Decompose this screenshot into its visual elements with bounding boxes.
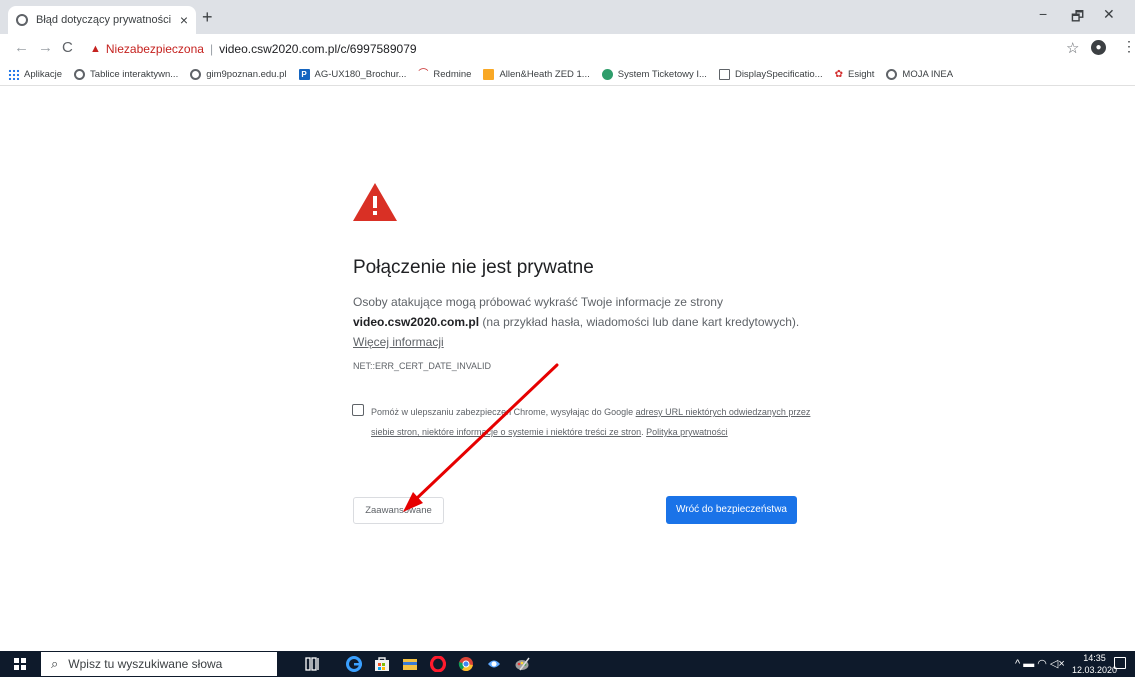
clock[interactable]: 14:35 12.03.2020 <box>1072 652 1117 676</box>
back-to-safety-button[interactable]: Wróć do bezpieczeństwa <box>666 496 797 524</box>
green-icon <box>601 69 613 80</box>
search-icon: ⌕ <box>51 656 59 671</box>
bookmark-label: Tablice interaktywn... <box>90 69 179 80</box>
chrome-icon[interactable] <box>458 656 474 672</box>
file-explorer-icon[interactable] <box>402 656 418 672</box>
paint-icon[interactable] <box>514 656 530 672</box>
active-tab[interactable]: Błąd dotyczący prywatności × <box>8 6 196 34</box>
notification-center-icon[interactable] <box>1114 657 1126 669</box>
profile-avatar-icon[interactable]: ● <box>1091 40 1106 55</box>
windows-taskbar: ⌕ Wpisz tu wyszukiwane słowa ^ ▬ ◠ ◁× 14… <box>0 651 1135 677</box>
globe-icon <box>74 69 86 80</box>
bookmark-ag-ux180[interactable]: P AG-UX180_Brochur... <box>298 69 407 80</box>
edge-browser-icon[interactable] <box>346 656 362 672</box>
task-view-icon[interactable] <box>305 656 321 672</box>
orange-icon <box>483 69 495 80</box>
globe-icon <box>886 69 898 80</box>
app-icon[interactable] <box>486 656 502 672</box>
reload-icon[interactable]: C <box>62 40 73 56</box>
minimize-button[interactable]: − <box>1039 6 1047 22</box>
more-info-link[interactable]: Więcej informacji <box>353 335 444 349</box>
privacy-policy-link[interactable]: Polityka prywatności <box>646 427 728 437</box>
bookmark-label: MOJA INEA <box>902 69 954 80</box>
tab-close-icon[interactable]: × <box>180 12 188 28</box>
p-icon: P <box>298 69 310 80</box>
error-code: NET::ERR_CERT_DATE_INVALID <box>353 361 492 371</box>
clock-time: 14:35 <box>1083 653 1106 663</box>
globe-icon <box>190 69 202 80</box>
forward-arrow-icon[interactable]: → <box>38 40 53 56</box>
bookmark-label: System Ticketowy I... <box>617 69 707 80</box>
taskbar-search-placeholder: Wpisz tu wyszukiwane słowa <box>68 657 223 671</box>
danger-triangle-icon <box>353 183 397 221</box>
bookmark-redmine[interactable]: ⌒ Redmine <box>418 69 471 80</box>
report-checkbox[interactable] <box>352 404 364 416</box>
not-secure-label[interactable]: Niezabezpieczona <box>106 42 204 56</box>
tab-strip: Błąd dotyczący prywatności × + − 🗗 ✕ <box>0 0 1135 34</box>
bookmark-tablice[interactable]: Tablice interaktywn... <box>74 69 178 80</box>
huawei-icon: ✿ <box>834 69 843 80</box>
bookmark-label: AG-UX180_Brochur... <box>314 69 407 80</box>
bookmark-esight[interactable]: ✿ Esight <box>835 69 875 80</box>
close-window-button[interactable]: ✕ <box>1103 6 1115 23</box>
warning-triangle-icon[interactable]: ▲ <box>90 43 101 55</box>
omnibox[interactable]: ▲ Niezabezpieczona | video.csw2020.com.p… <box>90 38 417 60</box>
windows-start-icon[interactable] <box>14 658 26 670</box>
back-arrow-icon[interactable]: ← <box>14 40 29 56</box>
bookmark-star-icon[interactable]: ☆ <box>1066 39 1079 57</box>
taskbar-search-box[interactable]: ⌕ Wpisz tu wyszukiwane słowa <box>41 652 277 676</box>
globe-icon <box>16 14 28 26</box>
tab-title: Błąd dotyczący prywatności <box>36 14 172 26</box>
apps-grid-icon <box>8 69 19 80</box>
bookmark-system-ticketowy[interactable]: System Ticketowy I... <box>601 69 707 80</box>
browser-toolbar: ← → C ▲ Niezabezpieczona | video.csw2020… <box>0 34 1135 64</box>
advanced-button[interactable]: Zaawansowane <box>353 497 444 524</box>
menu-dots-icon[interactable]: ⋮ <box>1122 38 1135 55</box>
restore-button[interactable]: 🗗 <box>1071 6 1084 30</box>
clock-date: 12.03.2020 <box>1072 665 1118 675</box>
bookmark-label: Redmine <box>433 69 472 80</box>
bookmark-moja-inea[interactable]: MOJA INEA <box>886 69 953 80</box>
bookmark-label: gim9poznan.edu.pl <box>206 69 287 80</box>
domain-name: video.csw2020.com.pl <box>353 315 480 329</box>
bookmark-label: Aplikacje <box>24 69 63 80</box>
new-tab-button[interactable]: + <box>202 8 213 26</box>
description-text: (na przykład hasła, wiadomości lub dane … <box>479 315 800 329</box>
store-icon[interactable] <box>374 656 390 672</box>
system-tray-icons[interactable]: ^ ▬ ◠ ◁× <box>1015 657 1065 670</box>
bookmark-label: Allen&Heath ZED 1... <box>499 69 590 80</box>
opera-icon[interactable] <box>430 656 446 672</box>
page-heading: Połączenie nie jest prywatne <box>353 257 594 278</box>
screen-icon <box>718 69 730 80</box>
redmine-icon: ⌒ <box>418 69 429 80</box>
url-text[interactable]: video.csw2020.com.pl/c/6997589079 <box>219 42 416 56</box>
bookmark-displayspec[interactable]: DisplaySpecificatio... <box>718 69 823 80</box>
bookmark-allen-heath[interactable]: Allen&Heath ZED 1... <box>483 69 590 80</box>
report-text-part: Pomóż w ulepszaniu zabezpieczeń Chrome, … <box>371 407 636 417</box>
description-text: Osoby atakujące mogą próbować wykraść Tw… <box>353 295 723 309</box>
report-text: Pomóż w ulepszaniu zabezpieczeń Chrome, … <box>371 402 811 442</box>
bookmarks-bar: Aplikacje Tablice interaktywn... gim9poz… <box>0 64 1135 86</box>
bookmark-aplikacje[interactable]: Aplikacje <box>8 69 62 80</box>
bookmark-gim9poznan[interactable]: gim9poznan.edu.pl <box>190 69 287 80</box>
warning-description: Osoby atakujące mogą próbować wykraść Tw… <box>353 292 803 352</box>
omnibox-separator: | <box>209 42 214 56</box>
bookmark-label: Esight <box>848 69 875 80</box>
bookmark-label: DisplaySpecificatio... <box>734 69 823 80</box>
